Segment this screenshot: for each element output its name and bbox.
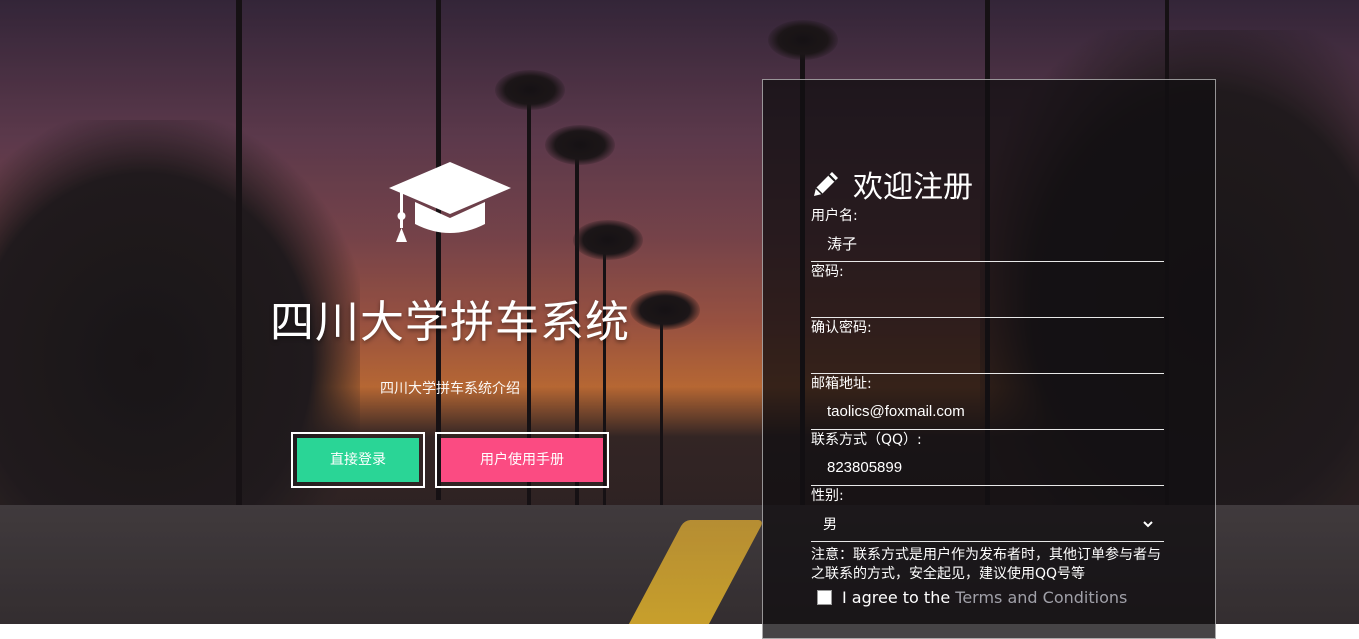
register-panel: 欢迎注册 用户名: 密码: 确认密码: 邮箱地址: 联系方式（QQ）: 性别: …	[762, 79, 1216, 639]
gender-select[interactable]: 男	[811, 506, 1164, 542]
agree-text: I agree to the	[842, 588, 951, 607]
register-form: 欢迎注册 用户名: 密码: 确认密码: 邮箱地址: 联系方式（QQ）: 性别: …	[811, 162, 1164, 607]
qq-label: 联系方式（QQ）:	[811, 432, 922, 448]
hero-section: 四川大学拼车系统 四川大学拼车系统介绍 直接登录 用户使用手册	[230, 160, 670, 488]
terms-checkbox[interactable]	[817, 590, 832, 605]
email-label: 邮箱地址:	[811, 376, 872, 392]
username-input[interactable]	[811, 226, 1164, 262]
register-title-text: 欢迎注册	[853, 170, 973, 205]
password-label: 密码:	[811, 264, 844, 280]
gender-select-value: 男	[823, 516, 837, 533]
qq-input[interactable]	[811, 450, 1164, 486]
contact-note: 注意：联系方式是用户作为发布者时，其他订单参与者与之联系的方式，安全起见，建议使…	[811, 547, 1161, 582]
graduation-cap-icon	[389, 162, 511, 242]
terms-link[interactable]: Terms and Conditions	[955, 588, 1127, 607]
chevron-down-icon	[1143, 520, 1153, 527]
email-input[interactable]	[811, 394, 1164, 430]
terms-agreement: I agree to the Terms and Conditions	[811, 588, 1164, 607]
username-label: 用户名:	[811, 208, 858, 224]
confirm-password-label: 确认密码:	[811, 320, 872, 336]
login-button-frame: 直接登录	[291, 432, 425, 488]
pencil-icon	[814, 172, 838, 196]
manual-button-frame: 用户使用手册	[435, 432, 609, 488]
confirm-password-input[interactable]	[811, 338, 1164, 374]
password-input[interactable]	[811, 282, 1164, 318]
register-title: 欢迎注册	[811, 162, 1164, 206]
gender-label: 性别:	[811, 488, 844, 504]
page-title: 四川大学拼车系统	[270, 297, 630, 348]
user-manual-button[interactable]: 用户使用手册	[441, 438, 603, 482]
hero-buttons: 直接登录 用户使用手册	[230, 432, 670, 488]
direct-login-button[interactable]: 直接登录	[297, 438, 419, 482]
system-intro-text: 四川大学拼车系统介绍	[380, 381, 520, 397]
